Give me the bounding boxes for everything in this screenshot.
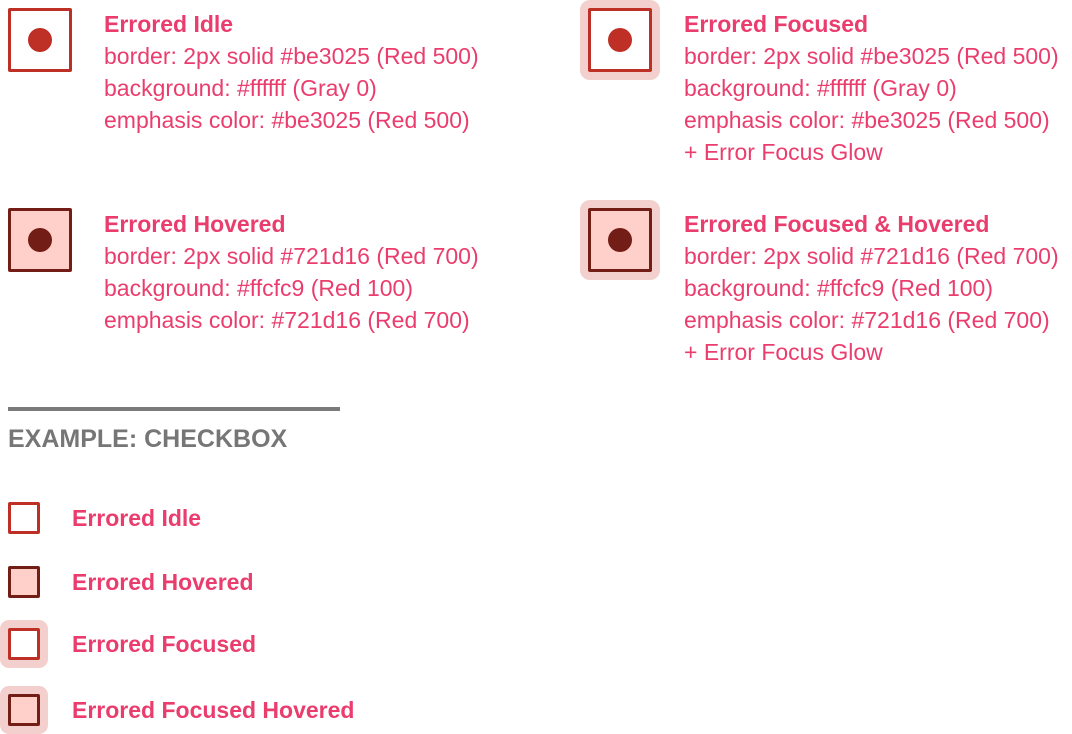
swatch-box: [8, 208, 72, 272]
radio-swatch-errored-focused: [580, 0, 660, 80]
spec-border-line: border: 2px solid #be3025 (Red 500): [684, 43, 1059, 69]
spec-title: Errored Idle: [104, 11, 234, 37]
checkbox-label: Errored Focused: [72, 631, 257, 657]
checkbox-label: Errored Focused Hovered: [72, 697, 355, 723]
swatch-box: [588, 208, 652, 272]
spec-emphasis-line: emphasis color: #721d16 (Red 700): [684, 307, 1050, 333]
spec-description: Errored Hovered border: 2px solid #721d1…: [104, 208, 479, 336]
spec-emphasis-line: emphasis color: #be3025 (Red 500): [684, 107, 1050, 133]
radio-swatch-errored-focused-hovered: [580, 200, 660, 280]
spec-glow-line: + Error Focus Glow: [684, 139, 883, 165]
radio-swatch-errored-hovered: [0, 200, 80, 280]
checkbox-box[interactable]: [8, 628, 40, 660]
checkbox-box[interactable]: [8, 502, 40, 534]
spec-description: Errored Idle border: 2px solid #be3025 (…: [104, 8, 479, 136]
spec-title: Errored Focused & Hovered: [684, 211, 990, 237]
checkbox-label: Errored Hovered: [72, 569, 254, 595]
spec-background-line: background: #ffffff (Gray 0): [684, 75, 957, 101]
emphasis-dot: [28, 28, 52, 52]
spec-title: Errored Focused: [684, 11, 869, 37]
spec-title: Errored Hovered: [104, 211, 286, 237]
spec-background-line: background: #ffffff (Gray 0): [104, 75, 377, 101]
spec-emphasis-line: emphasis color: #be3025 (Red 500): [104, 107, 470, 133]
checkbox-errored-focused-hovered[interactable]: Errored Focused Hovered: [0, 686, 400, 734]
checkbox-errored-hovered[interactable]: Errored Hovered: [0, 558, 400, 606]
spec-background-line: background: #ffcfc9 (Red 100): [684, 275, 993, 301]
checkbox-box[interactable]: [8, 566, 40, 598]
spec-border-line: border: 2px solid #721d16 (Red 700): [684, 243, 1059, 269]
checkbox-label: Errored Idle: [72, 505, 202, 531]
radio-swatch-errored-idle: [0, 0, 80, 80]
checkbox-errored-focused[interactable]: Errored Focused: [0, 620, 400, 668]
spec-background-line: background: #ffcfc9 (Red 100): [104, 275, 413, 301]
swatch-box: [588, 8, 652, 72]
spec-border-line: border: 2px solid #721d16 (Red 700): [104, 243, 479, 269]
emphasis-dot: [608, 28, 632, 52]
emphasis-dot: [28, 228, 52, 252]
checkbox-box[interactable]: [8, 694, 40, 726]
spec-border-line: border: 2px solid #be3025 (Red 500): [104, 43, 479, 69]
swatch-box: [8, 8, 72, 72]
spec-glow-line: + Error Focus Glow: [684, 339, 883, 365]
spec-emphasis-line: emphasis color: #721d16 (Red 700): [104, 307, 470, 333]
spec-description: Errored Focused border: 2px solid #be302…: [684, 8, 1059, 168]
section-divider: [8, 407, 340, 411]
emphasis-dot: [608, 228, 632, 252]
example-heading: EXAMPLE: CHECKBOX: [8, 425, 288, 453]
checkbox-errored-idle[interactable]: Errored Idle: [0, 494, 400, 542]
spec-description: Errored Focused & Hovered border: 2px so…: [684, 208, 1059, 368]
